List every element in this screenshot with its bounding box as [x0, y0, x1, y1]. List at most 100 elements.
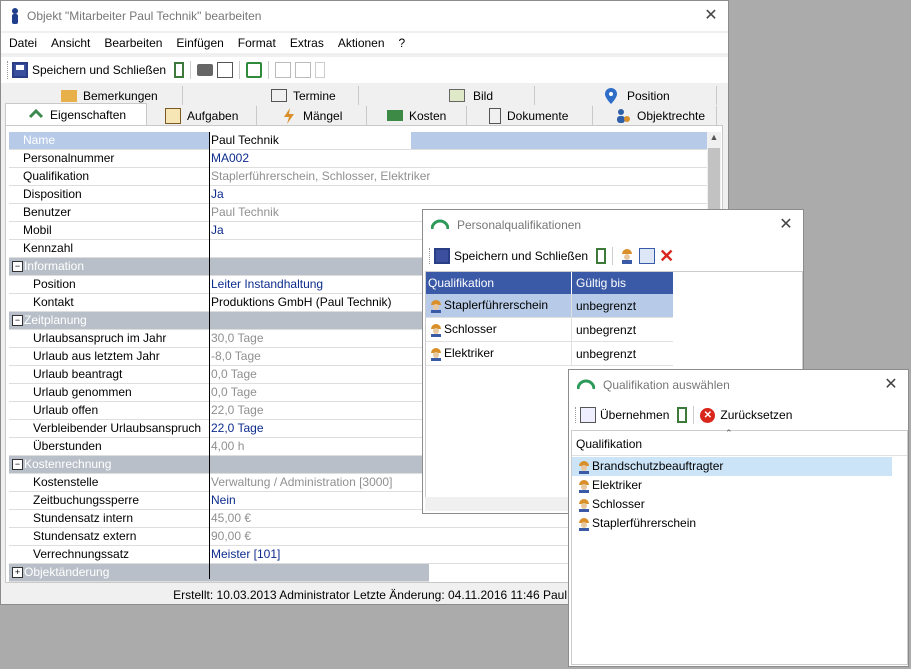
- print-button[interactable]: [195, 60, 215, 80]
- property-value[interactable]: Paul Technik: [211, 204, 279, 221]
- tab-position[interactable]: Position: [535, 86, 717, 105]
- group-row[interactable]: − Kostenrechnung: [9, 456, 429, 474]
- property-value[interactable]: Nein: [211, 492, 236, 509]
- tab-aufgaben[interactable]: Aufgaben: [147, 106, 257, 125]
- new-document-icon: [275, 62, 292, 78]
- pq-titlebar: Personalqualifikationen: [423, 210, 803, 240]
- toolbar-separator: [693, 406, 695, 424]
- collapse-icon[interactable]: −: [12, 261, 23, 272]
- property-value[interactable]: Produktions GmbH (Paul Technik): [211, 294, 392, 311]
- menu-aktionen[interactable]: Aktionen: [338, 36, 385, 50]
- pq-save-close-button[interactable]: Speichern und Schließen: [432, 246, 590, 266]
- qa-close-icon[interactable]: ✕: [882, 376, 900, 394]
- tab-objektrechte[interactable]: Objektrechte: [593, 106, 717, 125]
- collapse-icon[interactable]: −: [12, 315, 23, 326]
- property-value[interactable]: Verwaltung / Administration [3000]: [211, 474, 392, 491]
- main-toolbar: Speichern und Schließen: [1, 57, 728, 83]
- pq-table-row[interactable]: Schlosser unbegrenzt: [426, 317, 673, 342]
- tab-dokumente[interactable]: Dokumente: [467, 106, 593, 125]
- pq-cell-valid-until: unbegrenzt: [576, 298, 637, 313]
- menu-help[interactable]: ?: [399, 36, 406, 50]
- pq-table-row[interactable]: Elektriker unbegrenzt: [426, 341, 673, 366]
- copy-doc-button[interactable]: [293, 60, 313, 80]
- property-row[interactable]: Name Paul Technik: [9, 132, 707, 150]
- worker-add-icon: [619, 248, 635, 264]
- property-value[interactable]: 22,0 Tage: [211, 402, 264, 419]
- pq-table-row[interactable]: Staplerführerschein unbegrenzt: [426, 294, 673, 318]
- qa-apply-button[interactable]: Übernehmen: [578, 405, 671, 425]
- qa-list-item[interactable]: Elektriker: [572, 476, 907, 495]
- pq-cell-qualification: Schlosser: [426, 317, 572, 342]
- property-value[interactable]: 30,0 Tage: [211, 330, 264, 347]
- pq-qualification-text: Elektriker: [444, 346, 495, 361]
- main-window-title: Objekt "Mitarbeiter Paul Technik" bearbe…: [27, 9, 262, 23]
- pq-add-button[interactable]: [617, 246, 637, 266]
- menu-bearbeiten[interactable]: Bearbeiten: [104, 36, 162, 50]
- property-key: Verrechnungssatz: [33, 547, 130, 561]
- main-close-icon[interactable]: ✕: [702, 7, 720, 25]
- property-value[interactable]: 22,0 Tage: [211, 420, 264, 437]
- menu-extras[interactable]: Extras: [290, 36, 324, 50]
- property-value[interactable]: Ja: [211, 186, 224, 203]
- group-row[interactable]: + Objektänderung: [9, 564, 429, 582]
- group-row[interactable]: − Zeitplanung: [9, 312, 429, 330]
- property-value[interactable]: 4,00 h: [211, 438, 244, 455]
- pq-edit-button[interactable]: [637, 246, 657, 266]
- property-value[interactable]: Ja: [211, 222, 224, 239]
- qa-reset-button[interactable]: ✕ Zurücksetzen: [698, 405, 794, 425]
- qa-exit-button[interactable]: [671, 405, 689, 425]
- pq-qualification-text: Staplerführerschein: [444, 298, 549, 313]
- property-row[interactable]: Personalnummer MA002: [9, 150, 707, 168]
- menu-datei[interactable]: Datei: [9, 36, 37, 50]
- pq-window-title: Personalqualifikationen: [457, 218, 582, 232]
- qa-toolbar: Übernehmen ✕ Zurücksetzen: [569, 403, 794, 427]
- pq-col-gueltig[interactable]: Gültig bis: [571, 272, 673, 294]
- save-icon: [12, 62, 28, 78]
- worker-icon: [428, 322, 444, 337]
- tab-termine[interactable]: Termine: [183, 86, 359, 105]
- refresh-button[interactable]: [244, 60, 264, 80]
- property-value[interactable]: 45,00 €: [211, 510, 251, 527]
- select-qualification-window: Qualifikation auswählen ✕ Übernehmen ✕ Z…: [568, 369, 909, 667]
- qa-list-item[interactable]: Schlosser: [572, 495, 907, 514]
- tab-kosten[interactable]: Kosten: [367, 106, 467, 125]
- pq-close-icon[interactable]: ✕: [777, 216, 795, 234]
- print-preview-button[interactable]: [215, 60, 235, 80]
- toolbar-separator: [190, 61, 192, 79]
- pq-delete-button[interactable]: ✕: [657, 246, 676, 266]
- menu-einfuegen[interactable]: Einfügen: [176, 36, 223, 50]
- expand-icon[interactable]: +: [12, 567, 23, 578]
- qa-list-header[interactable]: Qualifikation: [576, 437, 642, 451]
- property-key: Kontakt: [33, 295, 74, 309]
- property-value[interactable]: Leiter Instandhaltung: [211, 276, 323, 293]
- scroll-up-icon[interactable]: ▲: [707, 132, 721, 146]
- property-value[interactable]: Meister [101]: [211, 546, 280, 563]
- save-close-button[interactable]: Speichern und Schließen: [10, 60, 168, 80]
- pq-exit-button[interactable]: [590, 246, 608, 266]
- menu-ansicht[interactable]: Ansicht: [51, 36, 90, 50]
- tab-eigenschaften[interactable]: Eigenschaften: [5, 103, 147, 125]
- property-row[interactable]: Qualifikation Staplerführerschein, Schlos…: [9, 168, 707, 186]
- property-value[interactable]: -8,0 Tage: [211, 348, 261, 365]
- menu-format[interactable]: Format: [238, 36, 276, 50]
- property-value[interactable]: 0,0 Tage: [211, 384, 257, 401]
- tab-maengel[interactable]: Mängel: [257, 106, 367, 125]
- paste-doc-button[interactable]: [313, 60, 327, 80]
- new-doc-button[interactable]: [273, 60, 293, 80]
- qa-list-item[interactable]: Staplerführerschein: [572, 514, 907, 533]
- money-icon: [387, 110, 403, 121]
- group-row[interactable]: − Information: [9, 258, 429, 276]
- property-value[interactable]: 0,0 Tage: [211, 366, 257, 383]
- property-value[interactable]: Paul Technik: [209, 132, 411, 149]
- property-key: Stundensatz intern: [33, 511, 134, 525]
- property-value[interactable]: 90,00 €: [211, 528, 251, 545]
- pq-col-qualifikation[interactable]: Qualifikation: [426, 272, 572, 294]
- collapse-icon[interactable]: −: [12, 459, 23, 470]
- qa-list-item[interactable]: Brandschutzbeauftragter: [572, 457, 892, 476]
- exit-button[interactable]: [168, 60, 186, 80]
- property-value[interactable]: Staplerführerschein, Schlosser, Elektrik…: [211, 168, 430, 185]
- qa-list-area: ⌃ Qualifikation Brandschutzbeauftragter E…: [571, 428, 908, 665]
- tab-bild[interactable]: Bild: [359, 86, 535, 105]
- property-row[interactable]: Disposition Ja: [9, 186, 707, 204]
- property-value[interactable]: MA002: [211, 150, 249, 167]
